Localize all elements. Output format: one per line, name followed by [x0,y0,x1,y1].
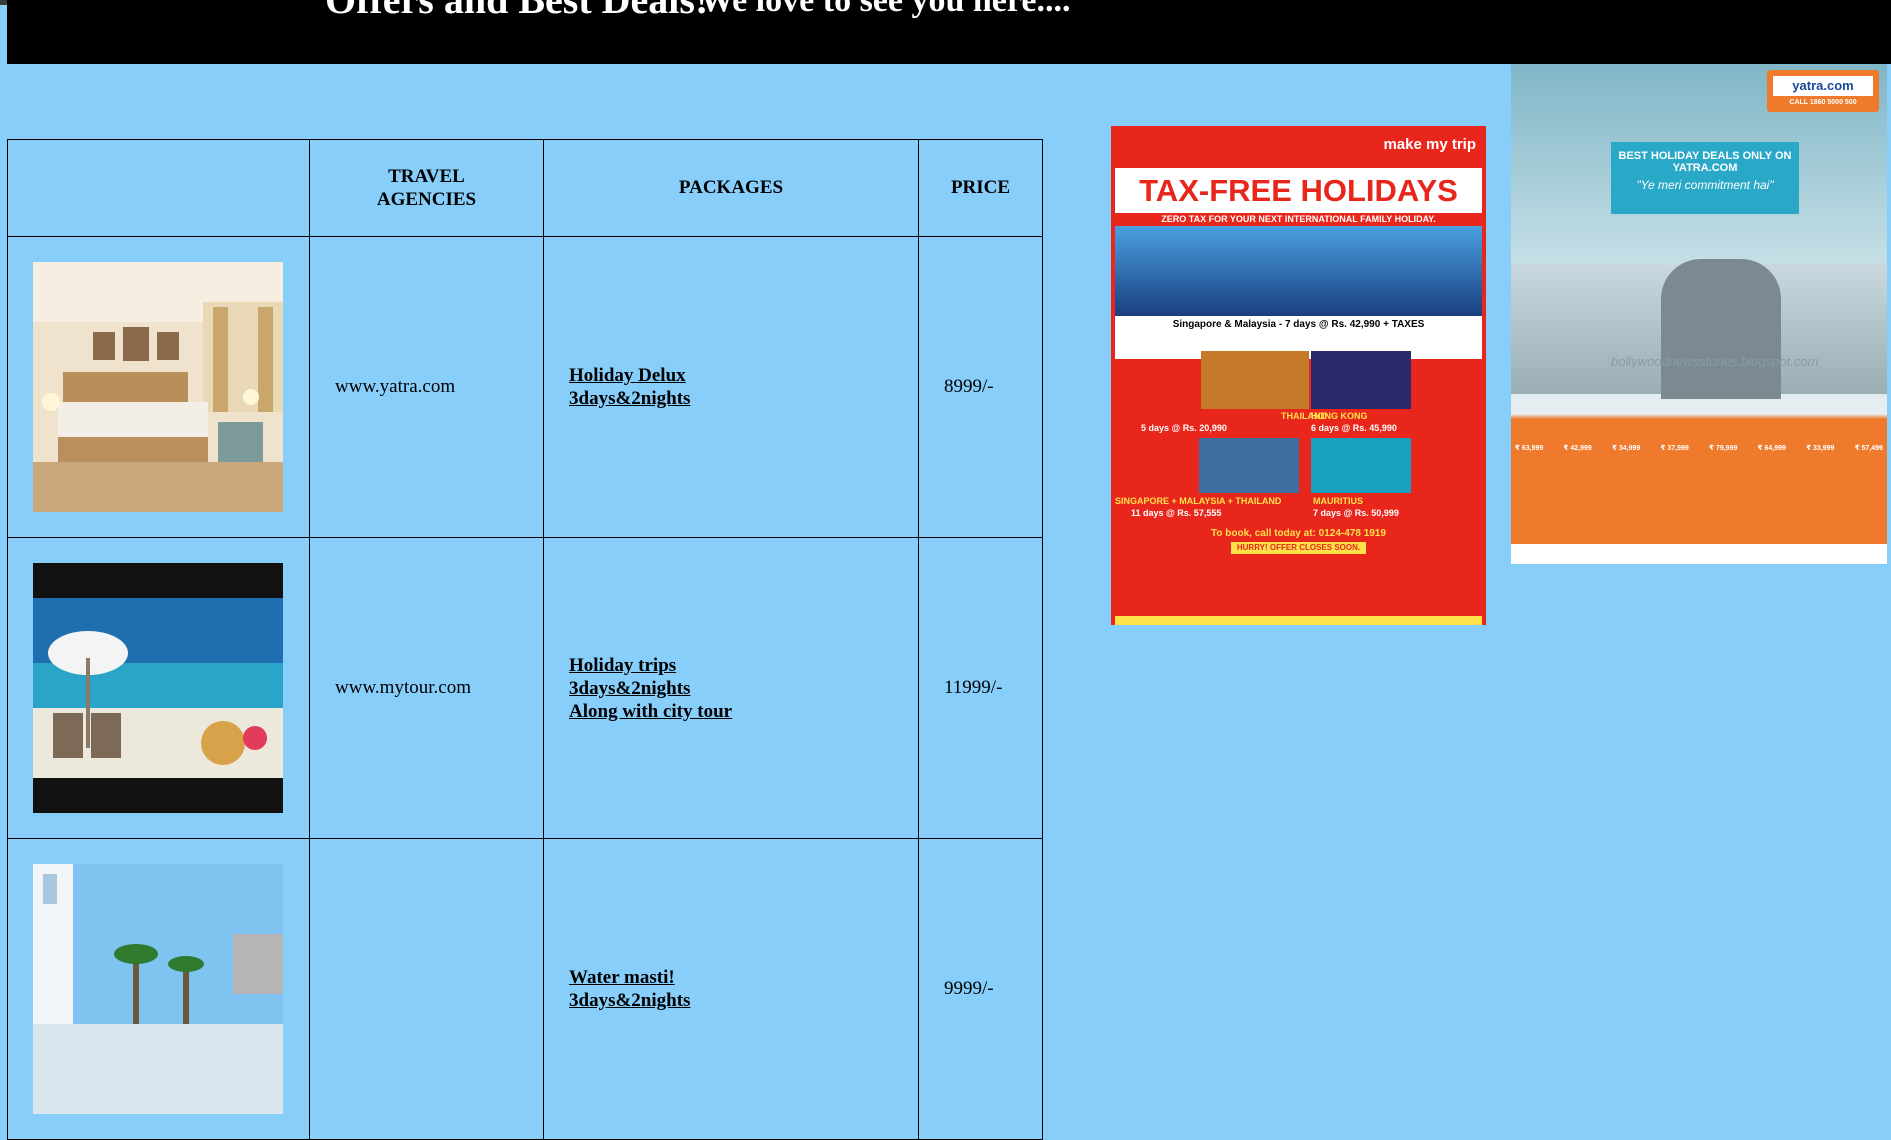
header-price: PRICE [918,139,1043,237]
mmt-price-combo: 11 days @ Rs. 57,555 [1131,508,1222,518]
page-banner: Offers and Best Deals! We love to see yo… [7,0,1891,64]
package-cell: Holiday trips 3days&2nights Along with c… [543,537,919,839]
yatra-celebrity-image [1661,259,1781,399]
header-travel-agencies: TRAVEL AGENCIES [309,139,544,237]
makemytrip-ad[interactable]: make my trip TAX-FREE HOLIDAYS ZERO TAX … [1111,126,1486,625]
image-cell [7,838,310,1140]
price-cell: 11999/- [918,537,1043,839]
agency-cell: www.mytour.com [309,537,544,839]
table-header-row: TRAVEL AGENCIES PACKAGES PRICE [7,139,1043,237]
yatra-ad[interactable]: yatra.com CALL 1860 5000 500 BEST HOLIDA… [1511,64,1887,564]
yatra-price: ₹ 34,999 [1612,445,1641,452]
package-link-line[interactable]: 3days&2nights [569,677,918,700]
mmt-deal-mauritius: MAURITIUS [1313,496,1363,506]
header-travel-agencies-label: TRAVEL AGENCIES [376,166,477,210]
mmt-tagline: ZERO TAX FOR YOUR NEXT INTERNATIONAL FAM… [1161,214,1436,224]
mmt-price-mauritius: 7 days @ Rs. 50,999 [1313,508,1399,518]
hotel-room-image [33,262,283,512]
yatra-logo-box: yatra.com CALL 1860 5000 500 [1767,70,1879,112]
mmt-twin-towers-image [1199,438,1299,493]
mmt-footer-strip [1115,616,1482,625]
mmt-price-thailand: 5 days @ Rs. 20,990 [1141,423,1227,433]
mmt-headline: TAX-FREE HOLIDAYS [1115,168,1482,213]
mmt-brand-logo: make my trip [1383,136,1476,153]
mmt-call-line: To book, call today at: 0124-478 1919 [1211,528,1386,539]
mmt-thailand-image [1201,351,1309,409]
yatra-footer-strip [1511,544,1887,564]
yatra-brand-logo: yatra.com [1773,76,1873,96]
package-cell: Holiday Delux 3days&2nights [543,236,919,538]
package-link-line[interactable]: Holiday trips [569,654,918,677]
price-cell: 9999/- [918,838,1043,1140]
mmt-hurry-badge: HURRY! OFFER CLOSES SOON. [1231,542,1366,554]
yatra-price: ₹ 37,999 [1660,445,1689,452]
beach-umbrella-image [33,563,283,813]
yatra-price: ₹ 42,999 [1563,445,1592,452]
package-link-line[interactable]: Holiday Delux [569,364,918,387]
yatra-call-line: CALL 1860 5000 500 [1789,99,1857,106]
mmt-hongkong-image [1311,351,1411,409]
package-link-line[interactable]: 3days&2nights [569,989,918,1012]
yatra-headline-box: BEST HOLIDAY DEALS ONLY ON YATRA.COM "Ye… [1611,142,1799,214]
package-cell: Water masti! 3days&2nights [543,838,919,1140]
agency-cell [309,838,544,1140]
mmt-price-hongkong: 6 days @ Rs. 45,990 [1311,423,1397,433]
header-image-column [7,139,310,237]
yatra-price: ₹ 63,999 [1515,445,1544,452]
package-link-line[interactable]: Along with city tour [569,700,918,723]
table-row: Water masti! 3days&2nights 9999/- [7,838,1043,1140]
banner-subtitle: We love to see you here.... [700,0,1071,19]
resort-palm-image [33,864,283,1114]
mmt-deal-hongkong: HONG KONG [1311,411,1368,421]
table-row: www.mytour.com Holiday trips 3days&2nigh… [7,537,1043,839]
yatra-price: ₹ 79,999 [1709,445,1738,452]
yatra-watermark: bollywoodnewsstories.blogspot.com [1611,354,1819,369]
yatra-price: ₹ 64,999 [1757,445,1786,452]
price-cell: 8999/- [918,236,1043,538]
yatra-quote: "Ye meri commitment hai" [1636,178,1774,192]
mmt-deal-combo: SINGAPORE + MALAYSIA + THAILAND [1115,496,1282,506]
image-cell [7,236,310,538]
deals-table: TRAVEL AGENCIES PACKAGES PRICE www.yatra… [7,139,1043,1140]
yatra-price: ₹ 57,499 [1854,445,1883,452]
banner-title: Offers and Best Deals! [325,0,708,23]
table-row: www.yatra.com Holiday Delux 3days&2night… [7,236,1043,538]
mmt-skyline-image [1115,226,1482,316]
image-cell [7,537,310,839]
agency-cell: www.yatra.com [309,236,544,538]
yatra-headline: BEST HOLIDAY DEALS ONLY ON YATRA.COM [1618,150,1792,174]
mmt-mauritius-image [1311,438,1411,493]
header-packages: PACKAGES [543,139,919,237]
yatra-price-row: ₹ 63,999 ₹ 42,999 ₹ 34,999 ₹ 37,999 ₹ 79… [1515,444,1883,452]
yatra-price: ₹ 33,999 [1806,445,1835,452]
package-link-line[interactable]: 3days&2nights [569,387,918,410]
